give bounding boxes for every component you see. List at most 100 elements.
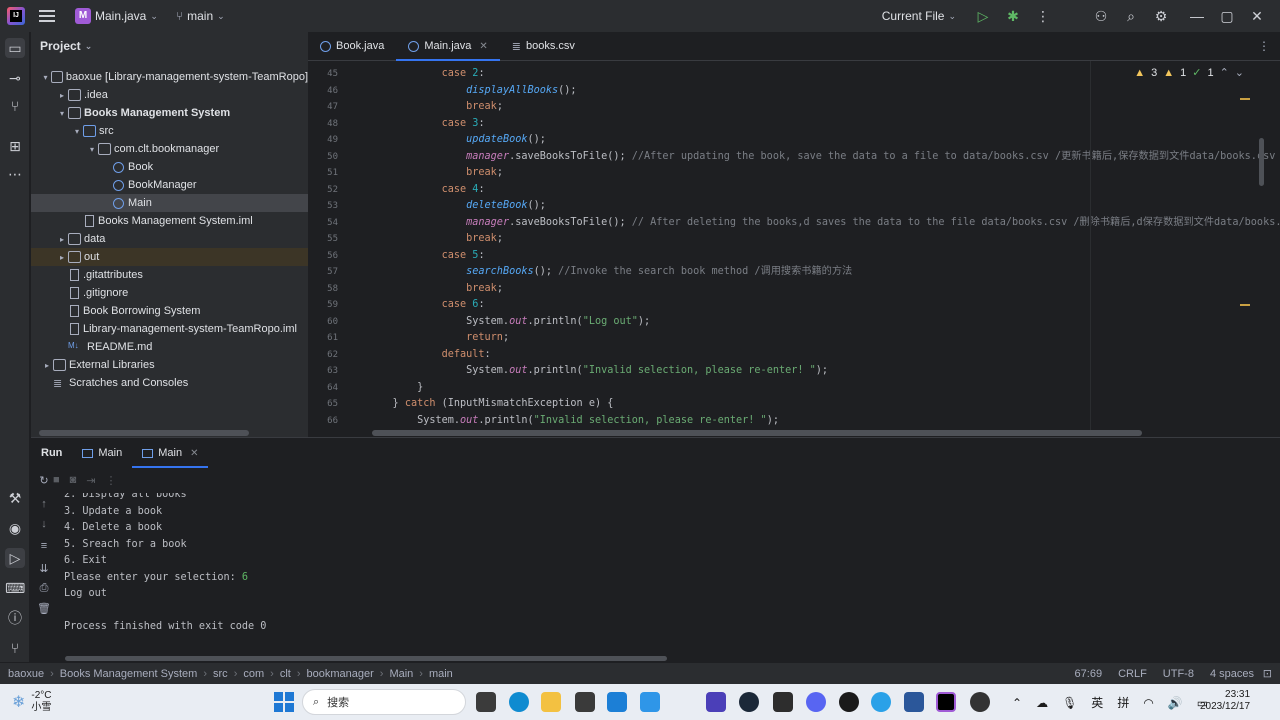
- code-line[interactable]: 54 manager.saveBooksToFile(); // After d…: [308, 215, 1280, 232]
- volume-icon[interactable]: 🔊: [1168, 696, 1183, 710]
- more-icon[interactable]: ⋮: [106, 474, 117, 487]
- lock-icon[interactable]: ⊡: [1263, 667, 1272, 680]
- services-icon[interactable]: ◉: [5, 518, 25, 538]
- edge-browser-icon[interactable]: [509, 692, 529, 712]
- ime-mode[interactable]: 拼: [1117, 694, 1129, 711]
- structure-icon[interactable]: ⊞: [5, 136, 25, 156]
- breadcrumb-item[interactable]: Books Management System: [60, 668, 198, 680]
- horizontal-scrollbar[interactable]: [372, 430, 1142, 436]
- wifi-icon[interactable]: ◠: [1143, 696, 1153, 710]
- breadcrumb-item[interactable]: src: [213, 668, 228, 680]
- project-tree-item[interactable]: ▾ baoxue [Library-management-system-TeamR…: [31, 68, 308, 86]
- trash-icon[interactable]: 🗑: [36, 602, 52, 618]
- project-tree-item[interactable]: M↓ README.md: [31, 338, 308, 356]
- project-tool-icon[interactable]: ▭: [5, 38, 25, 58]
- run-tab-main-active[interactable]: Main ✕: [132, 438, 209, 468]
- windows-start-icon[interactable]: [274, 692, 294, 712]
- file-explorer-icon[interactable]: [541, 692, 561, 712]
- line-separator[interactable]: CRLF: [1118, 668, 1147, 680]
- task-view-icon[interactable]: [476, 692, 496, 712]
- console-output[interactable]: 2. Display all books 3. Update a book 4. D…: [58, 493, 1280, 663]
- code-line[interactable]: 57 searchBooks(); //Invoke the search bo…: [308, 264, 1280, 281]
- code-line[interactable]: 60 System.out.println("Log out");: [308, 314, 1280, 331]
- app-icon-6[interactable]: [839, 692, 859, 712]
- project-tree-item[interactable]: Books Management System.iml: [31, 212, 308, 230]
- discord-icon[interactable]: [806, 692, 826, 712]
- breadcrumb-item[interactable]: baoxue: [8, 668, 44, 680]
- code-line[interactable]: 62 default:: [308, 347, 1280, 364]
- intellij-taskbar-icon[interactable]: [936, 692, 956, 712]
- exit-icon[interactable]: ⇥: [86, 474, 95, 487]
- code-line[interactable]: 52 case 4:: [308, 182, 1280, 199]
- clock[interactable]: 23:31 2023/12/17: [1200, 689, 1250, 713]
- project-tree-item[interactable]: ▾ src: [31, 122, 308, 140]
- steam-icon[interactable]: [739, 692, 759, 712]
- chevron-right-icon[interactable]: ▸: [56, 253, 68, 262]
- debug-icon[interactable]: ✱: [998, 0, 1028, 32]
- cloud-icon[interactable]: ☁: [1036, 696, 1048, 710]
- app-icon-2[interactable]: [607, 692, 627, 712]
- horizontal-scrollbar[interactable]: [65, 656, 667, 661]
- project-tree-item[interactable]: Main: [31, 194, 308, 212]
- code-line[interactable]: 49 updateBook();: [308, 132, 1280, 149]
- terminal-icon[interactable]: ⌨: [5, 578, 25, 598]
- chevron-right-icon[interactable]: ▸: [56, 91, 68, 100]
- vcs-branch-widget[interactable]: ⑂ main ⌄: [176, 0, 225, 32]
- project-widget[interactable]: Main.java ⌄: [95, 0, 158, 32]
- scroll-to-end-icon[interactable]: ⇊: [36, 562, 52, 578]
- app-icon-3[interactable]: [640, 692, 660, 712]
- project-tree-item[interactable]: ▸ .idea: [31, 86, 308, 104]
- project-tree-item[interactable]: ▾ Books Management System: [31, 104, 308, 122]
- code-line[interactable]: 64 }: [308, 380, 1280, 397]
- project-panel-header[interactable]: Project ⌄: [31, 32, 308, 60]
- microphone-icon[interactable]: 🎙: [1062, 696, 1077, 710]
- add-user-icon[interactable]: ⚇: [1086, 0, 1116, 32]
- close-icon[interactable]: ✕: [1242, 0, 1272, 32]
- horizontal-scrollbar[interactable]: [39, 430, 249, 436]
- main-menu-icon[interactable]: [39, 10, 55, 22]
- project-tree-item[interactable]: Library-management-system-TeamRopo.iml: [31, 320, 308, 338]
- close-tab-icon[interactable]: ✕: [479, 41, 487, 52]
- tab-books-csv[interactable]: ≣ books.csv: [500, 32, 587, 60]
- code-line[interactable]: 53 deleteBook();: [308, 198, 1280, 215]
- code-line[interactable]: 45 case 2:: [308, 66, 1280, 83]
- settings-gear-icon[interactable]: ⚙: [1146, 0, 1176, 32]
- app-icon-5[interactable]: [773, 692, 793, 712]
- breadcrumb-item[interactable]: Main: [389, 668, 413, 680]
- up-arrow-icon[interactable]: ↑: [36, 498, 52, 514]
- run-tab-main[interactable]: Main: [72, 438, 132, 468]
- breadcrumb-item[interactable]: com: [243, 668, 264, 680]
- code-line[interactable]: 56 case 5:: [308, 248, 1280, 265]
- project-tree-item[interactable]: BookManager: [31, 176, 308, 194]
- down-arrow-icon[interactable]: ↓: [36, 518, 52, 534]
- run-config-selector[interactable]: Current File ⌄: [882, 0, 956, 32]
- word-icon[interactable]: [904, 692, 924, 712]
- chevron-right-icon[interactable]: ▸: [41, 361, 53, 370]
- project-tree-item[interactable]: .gitignore: [31, 284, 308, 302]
- more-icon[interactable]: ⋮: [1258, 39, 1270, 53]
- code-line[interactable]: 47 break;: [308, 99, 1280, 116]
- code-line[interactable]: 63 System.out.println("Invalid selection…: [308, 363, 1280, 380]
- pull-requests-icon[interactable]: ⑂: [5, 96, 25, 116]
- code-line[interactable]: 46 displayAllBooks();: [308, 83, 1280, 100]
- project-tree-item[interactable]: ▸ data: [31, 230, 308, 248]
- camera-icon[interactable]: ◙: [70, 474, 77, 487]
- indent-setting[interactable]: 4 spaces: [1210, 668, 1254, 680]
- project-tree-item[interactable]: ▸ out: [31, 248, 308, 266]
- app-icon-1[interactable]: [575, 692, 595, 712]
- chevron-down-icon[interactable]: ▾: [86, 145, 98, 154]
- project-tree-item[interactable]: .gitattributes: [31, 266, 308, 284]
- project-tree-item[interactable]: Book: [31, 158, 308, 176]
- caret-position[interactable]: 67:69: [1075, 668, 1103, 680]
- project-tree-item[interactable]: ▾ com.clt.bookmanager: [31, 140, 308, 158]
- app-icon-7[interactable]: [871, 692, 891, 712]
- app-icon-4[interactable]: [706, 692, 726, 712]
- code-line[interactable]: 59 case 6:: [308, 297, 1280, 314]
- git-icon[interactable]: ⑂: [5, 638, 25, 658]
- breadcrumb-item[interactable]: main: [429, 668, 453, 680]
- run-icon[interactable]: ▷: [968, 0, 998, 32]
- close-tab-icon[interactable]: ✕: [190, 448, 198, 459]
- project-badge[interactable]: M: [75, 8, 91, 24]
- project-tree-item[interactable]: ▸ External Libraries: [31, 356, 308, 374]
- code-line[interactable]: 66 System.out.println("Invalid selection…: [308, 413, 1280, 430]
